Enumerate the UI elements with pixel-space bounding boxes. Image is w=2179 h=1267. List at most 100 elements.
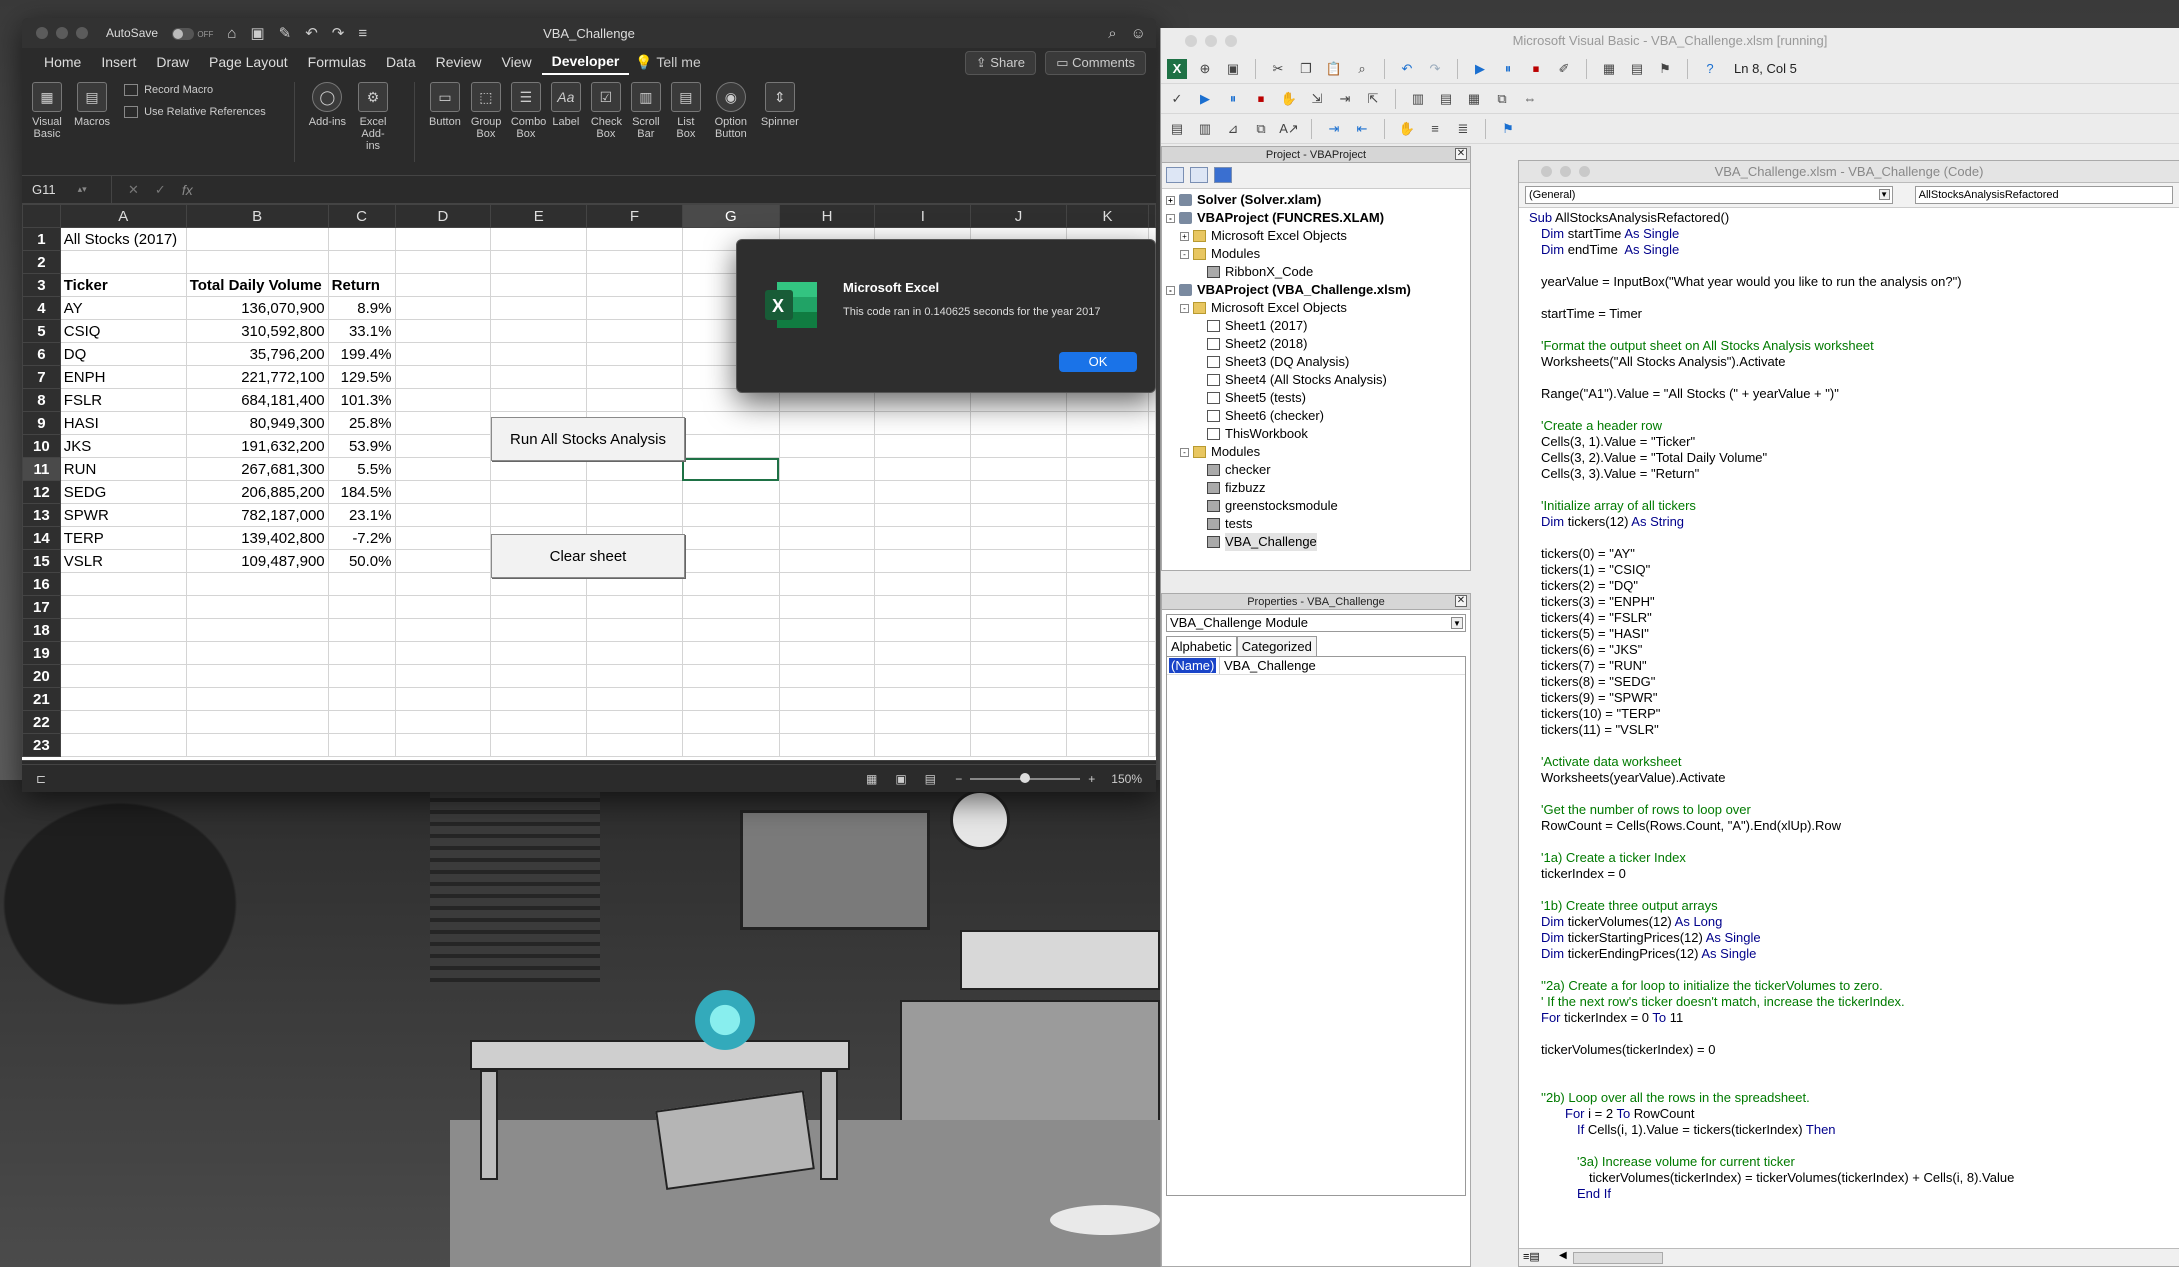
tree-node[interactable]: Sheet2 (2018) — [1162, 335, 1470, 353]
share-button[interactable]: ⇪ Share — [964, 51, 1036, 75]
cell[interactable] — [970, 434, 1067, 458]
group-box-control[interactable]: ⬚ Group Box — [470, 82, 501, 140]
column-header[interactable]: J — [970, 204, 1067, 228]
cell[interactable] — [59, 664, 187, 688]
cell[interactable] — [394, 457, 492, 481]
cell[interactable] — [1065, 664, 1150, 688]
row-header[interactable]: 23 — [22, 733, 61, 757]
cell[interactable] — [1148, 618, 1156, 642]
column-header[interactable]: A — [59, 204, 187, 228]
cell[interactable] — [394, 342, 492, 366]
cell[interactable] — [394, 227, 492, 251]
cell[interactable] — [681, 411, 780, 435]
cell[interactable] — [1148, 480, 1156, 504]
ticker-cell[interactable]: RUN — [59, 457, 187, 481]
ribbon-tab-review[interactable]: Review — [426, 50, 492, 74]
row-header[interactable]: 16 — [22, 572, 61, 596]
immediate-window-icon[interactable]: ▤ — [1436, 89, 1456, 109]
indent-icon[interactable]: ⇥ — [1324, 119, 1344, 139]
row-header[interactable]: 8 — [22, 388, 61, 412]
return-cell[interactable]: 8.9% — [327, 296, 396, 320]
tree-node[interactable]: + Microsoft Excel Objects — [1162, 227, 1470, 245]
comment-block-icon[interactable]: ≡ — [1425, 119, 1445, 139]
tell-me-search[interactable]: 💡 Tell me — [635, 54, 700, 71]
return-cell[interactable]: 101.3% — [327, 388, 396, 412]
row-header[interactable]: 21 — [22, 687, 61, 711]
cell[interactable] — [681, 480, 780, 504]
cell[interactable] — [586, 595, 683, 619]
record-macro-button[interactable]: Record Macro — [124, 84, 266, 96]
view-code-icon[interactable] — [1166, 167, 1184, 183]
row-header[interactable]: 3 — [22, 273, 61, 297]
cell[interactable] — [1065, 434, 1150, 458]
cut-icon[interactable]: ✂ — [1268, 59, 1288, 79]
ribbon-tab-view[interactable]: View — [492, 50, 542, 74]
title-cell[interactable]: All Stocks (2017) — [59, 227, 187, 251]
cancel-icon[interactable]: ✕ — [128, 182, 139, 198]
return-cell[interactable]: 199.4% — [327, 342, 396, 366]
collapse-icon[interactable]: - — [1180, 249, 1189, 259]
return-cell[interactable]: 184.5% — [327, 480, 396, 504]
ticker-cell[interactable]: CSIQ — [59, 319, 187, 343]
cell[interactable] — [778, 572, 876, 596]
tree-node[interactable]: VBA_Challenge — [1162, 533, 1470, 551]
cell[interactable] — [185, 227, 329, 251]
chevron-down-icon[interactable]: ▼ — [1878, 189, 1890, 200]
insert-function-icon[interactable]: fx — [182, 182, 193, 198]
cell[interactable] — [1148, 595, 1156, 619]
cell[interactable] — [586, 710, 683, 734]
zoom-slider[interactable] — [970, 772, 1081, 783]
cell[interactable] — [1148, 526, 1156, 550]
cell[interactable] — [970, 526, 1067, 550]
cell[interactable] — [874, 572, 972, 596]
sheet-status-icon[interactable]: ⊏ — [36, 772, 46, 786]
visual-basic-button[interactable]: ▦ Visual Basic — [30, 82, 64, 140]
cell[interactable] — [327, 227, 396, 251]
cell[interactable] — [1065, 618, 1150, 642]
ticker-cell[interactable]: SEDG — [59, 480, 187, 504]
tree-node[interactable]: greenstocksmodule — [1162, 497, 1470, 515]
column-header[interactable]: B — [185, 204, 329, 228]
expand-icon[interactable]: + — [1180, 231, 1189, 241]
design-icon[interactable]: ✓ — [1167, 89, 1187, 109]
cell[interactable] — [586, 687, 683, 711]
cell[interactable] — [681, 434, 780, 458]
tree-node[interactable]: + Solver (Solver.xlam) — [1162, 191, 1470, 209]
cell[interactable] — [970, 641, 1067, 665]
property-row-name[interactable]: (Name) VBA_Challenge — [1167, 657, 1465, 675]
close-icon[interactable]: ✕ — [1455, 595, 1467, 607]
cell[interactable] — [586, 296, 683, 320]
cell[interactable] — [59, 618, 187, 642]
chevron-down-icon[interactable]: ▴▾ — [78, 184, 87, 195]
cell[interactable] — [490, 296, 588, 320]
cell[interactable] — [1148, 710, 1156, 734]
cell[interactable] — [59, 733, 187, 757]
cell[interactable] — [778, 618, 876, 642]
collapse-icon[interactable]: - — [1166, 213, 1175, 223]
cell[interactable] — [59, 687, 187, 711]
cell[interactable] — [970, 503, 1067, 527]
copy-icon[interactable]: ❐ — [1296, 59, 1316, 79]
cell[interactable] — [394, 434, 492, 458]
tree-node[interactable]: checker — [1162, 461, 1470, 479]
return-cell[interactable]: -7.2% — [327, 526, 396, 550]
ticker-cell[interactable]: JKS — [59, 434, 187, 458]
tree-node[interactable]: Sheet1 (2017) — [1162, 317, 1470, 335]
break-icon[interactable]: ⏸ — [1223, 89, 1243, 109]
code-zoom-button[interactable] — [1579, 166, 1590, 177]
row-header[interactable]: 18 — [22, 618, 61, 642]
tree-node[interactable]: - Microsoft Excel Objects — [1162, 299, 1470, 317]
cell[interactable] — [681, 687, 780, 711]
properties-window-icon[interactable]: ▤ — [1627, 59, 1647, 79]
cell[interactable] — [1148, 549, 1156, 573]
insert-module-icon[interactable]: ⊕ — [1195, 59, 1215, 79]
header-cell[interactable]: Total Daily Volume — [185, 273, 329, 297]
zoom-out-icon[interactable]: − — [955, 772, 962, 786]
zoom-slider-knob[interactable] — [1019, 772, 1030, 783]
cell[interactable] — [1065, 411, 1150, 435]
locals-window-icon[interactable]: ▥ — [1408, 89, 1428, 109]
cell[interactable] — [490, 227, 588, 251]
cell[interactable] — [778, 641, 876, 665]
page-layout-view-icon[interactable]: ▣ — [895, 772, 906, 786]
cell[interactable] — [874, 641, 972, 665]
